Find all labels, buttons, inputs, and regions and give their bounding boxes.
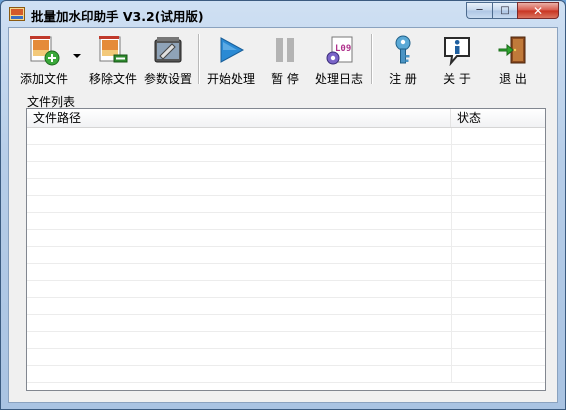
play-icon <box>220 37 245 63</box>
add-file-label: 添加文件 <box>19 72 68 86</box>
title-bar[interactable]: 批量加水印助手 V3.2(试用版) ─ □ ✕ <box>1 1 565 27</box>
add-file-button[interactable]: 添加文件 <box>15 32 73 86</box>
empty-row <box>27 230 545 247</box>
maximize-button[interactable]: □ <box>492 2 517 19</box>
add-file-icon <box>30 36 60 66</box>
empty-row <box>27 332 545 349</box>
empty-row <box>27 315 545 332</box>
pause-icon <box>276 38 294 62</box>
empty-row <box>27 162 545 179</box>
empty-row <box>27 145 545 162</box>
toolbar-separator <box>198 34 200 84</box>
info-icon <box>444 37 470 66</box>
toolbar: 添加文件 移除文件 参数设置 开始处理 暂 停 L09 处理日志 注 册 关 于… <box>9 28 557 88</box>
pause-button[interactable]: 暂 停 <box>263 32 307 86</box>
empty-row <box>27 196 545 213</box>
close-button[interactable]: ✕ <box>517 2 559 19</box>
register-button[interactable]: 注 册 <box>379 32 427 86</box>
column-header-status[interactable]: 状态 <box>451 109 545 127</box>
toolbar-separator <box>371 34 373 84</box>
process-log-label: 处理日志 <box>314 72 363 86</box>
start-process-button[interactable]: 开始处理 <box>203 32 259 86</box>
minimize-button[interactable]: ─ <box>466 2 492 19</box>
start-process-label: 开始处理 <box>206 72 255 86</box>
about-button[interactable]: 关 于 <box>433 32 481 86</box>
file-list-header: 文件路径 状态 <box>27 109 545 128</box>
empty-row <box>27 264 545 281</box>
column-header-file-path[interactable]: 文件路径 <box>27 109 451 127</box>
client-area: 添加文件 移除文件 参数设置 开始处理 暂 停 L09 处理日志 注 册 关 于… <box>8 27 558 403</box>
empty-row <box>27 213 545 230</box>
add-file-dropdown-arrow[interactable] <box>73 54 81 58</box>
settings-icon <box>154 37 182 63</box>
file-list-rows <box>27 128 545 383</box>
remove-file-label: 移除文件 <box>88 72 137 86</box>
svg-text:L09: L09 <box>335 44 351 54</box>
about-label: 关 于 <box>443 72 471 86</box>
empty-row <box>27 247 545 264</box>
app-window: 批量加水印助手 V3.2(试用版) ─ □ ✕ 添加文件 移除文件 参数设置 开… <box>0 0 566 410</box>
remove-file-icon <box>99 36 128 63</box>
exit-button[interactable]: 退 出 <box>489 32 537 86</box>
empty-row <box>27 349 545 366</box>
file-list-view[interactable]: 文件路径 状态 <box>26 108 546 391</box>
empty-row <box>27 179 545 196</box>
empty-row <box>27 281 545 298</box>
process-log-button[interactable]: L09 处理日志 <box>311 32 367 86</box>
caption-buttons: ─ □ ✕ <box>466 2 559 20</box>
empty-row <box>27 366 545 383</box>
register-label: 注 册 <box>389 72 417 86</box>
exit-label: 退 出 <box>499 72 527 86</box>
settings-button[interactable]: 参数设置 <box>141 32 195 86</box>
key-icon <box>395 35 411 64</box>
empty-row <box>27 128 545 145</box>
empty-row <box>27 298 545 315</box>
exit-icon <box>498 36 526 64</box>
app-icon <box>9 7 25 21</box>
window-title: 批量加水印助手 V3.2(试用版) <box>31 9 204 24</box>
log-icon: L09 <box>326 36 353 65</box>
settings-label: 参数设置 <box>143 72 192 86</box>
remove-file-button[interactable]: 移除文件 <box>85 32 141 86</box>
pause-label: 暂 停 <box>271 72 299 86</box>
